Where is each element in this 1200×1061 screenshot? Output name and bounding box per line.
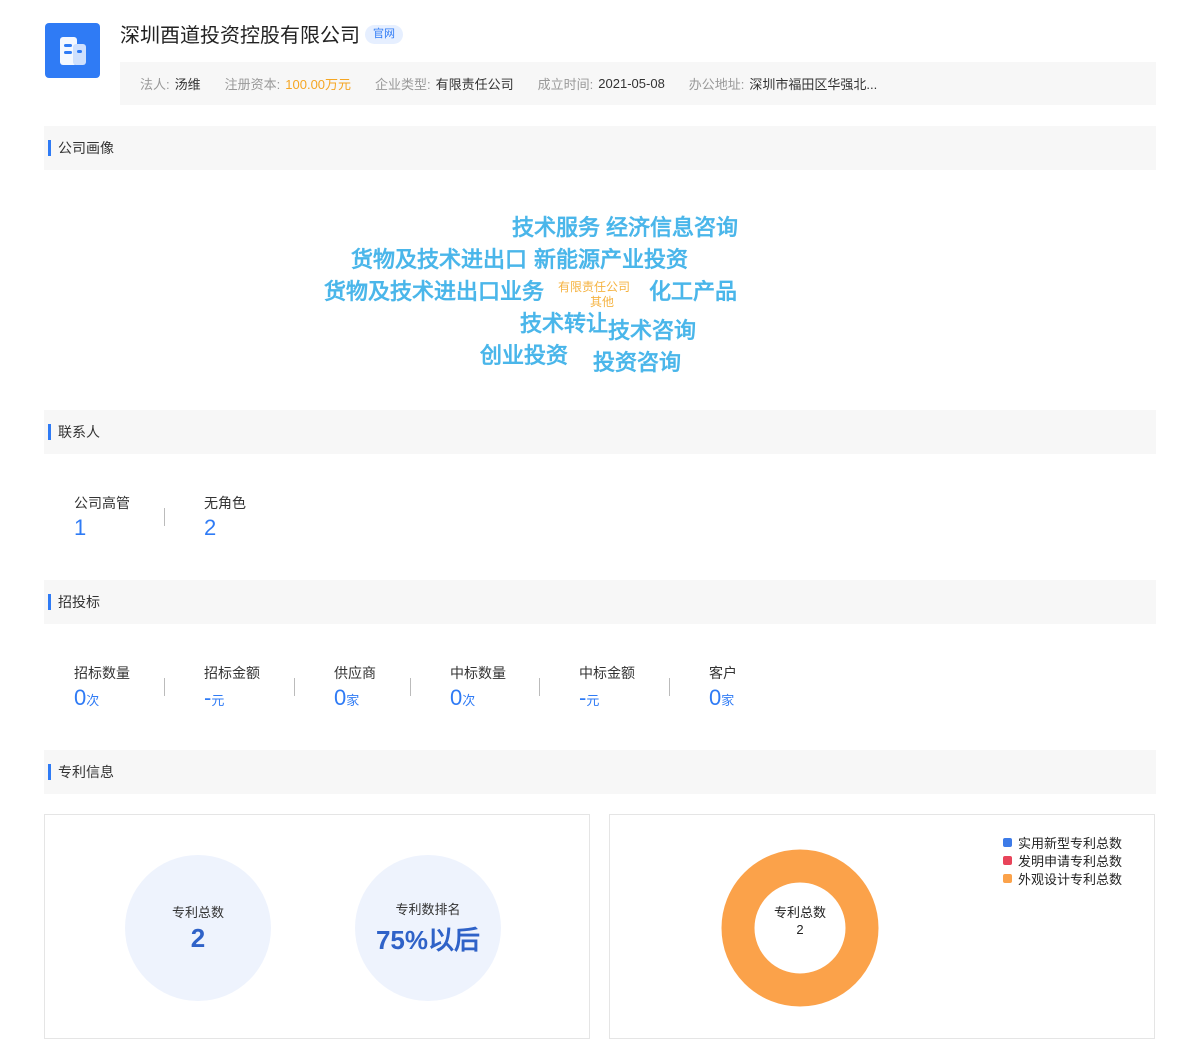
word-cloud-tag[interactable]: 技术服务	[512, 217, 600, 239]
stat-label: 招标数量	[74, 665, 130, 681]
stat-unit: 元	[211, 693, 225, 708]
legend-label: 外观设计专利总数	[1018, 871, 1123, 887]
stat-value: 2	[204, 515, 217, 540]
bid-stat-win-amount[interactable]: 中标金额 -元	[579, 663, 635, 709]
section-patents-title: 专利信息	[58, 764, 114, 780]
official-site-badge[interactable]: 官网	[365, 25, 403, 44]
section-portrait-title: 公司画像	[58, 140, 114, 156]
word-cloud-tag[interactable]: 技术转让	[520, 313, 608, 335]
patent-total-bubble: 专利总数 2	[125, 855, 271, 1001]
donut-center-value: 2	[796, 922, 803, 937]
word-cloud-tag[interactable]: 经济信息咨询	[606, 217, 738, 239]
stat-label: 公司高管	[74, 495, 130, 511]
building-icon	[59, 36, 86, 65]
divider	[164, 508, 165, 526]
company-info-bar: 法人: 汤维 注册资本: 100.00万元 企业类型: 有限责任公司 成立时间:…	[120, 62, 1156, 105]
word-cloud-tag[interactable]: 新能源产业投资	[534, 249, 688, 271]
word-cloud-tag[interactable]: 创业投资	[480, 345, 568, 367]
divider	[669, 678, 670, 696]
address-value[interactable]: 深圳市福田区华强北...	[749, 74, 877, 93]
legend-item-utility[interactable]: 实用新型专利总数	[1003, 833, 1122, 851]
word-cloud-tag[interactable]: 投资咨询	[593, 352, 681, 374]
company-logo	[45, 23, 100, 78]
address-label: 办公地址:	[688, 77, 745, 92]
bid-stat-tender-amount[interactable]: 招标金额 -元	[204, 663, 260, 709]
stat-unit: 次	[86, 693, 100, 708]
company-name: 深圳酉道投资控股有限公司	[120, 25, 360, 47]
section-accent-bar	[48, 140, 51, 156]
stat-value: 0	[450, 685, 463, 710]
section-bidding-title: 招投标	[58, 594, 100, 610]
patent-summary-panel: 专利总数 2 专利数排名 75%以后	[44, 814, 590, 1039]
bid-stat-suppliers[interactable]: 供应商 0家	[334, 663, 376, 709]
legal-rep-value[interactable]: 汤维	[175, 74, 201, 93]
divider	[294, 678, 295, 696]
legend-item-invention[interactable]: 发明申请专利总数	[1003, 851, 1122, 869]
patent-rank-label: 专利数排名	[395, 902, 461, 917]
stat-unit: 元	[586, 693, 600, 708]
patent-total-label: 专利总数	[171, 905, 224, 920]
section-accent-bar	[48, 594, 51, 610]
legend-label: 实用新型专利总数	[1018, 835, 1123, 851]
company-type-label: 企业类型:	[375, 77, 431, 92]
section-contacts-header: 联系人	[44, 410, 1156, 454]
section-bidding-header: 招投标	[44, 580, 1156, 624]
stat-value: 1	[74, 515, 87, 540]
stat-label: 中标数量	[450, 665, 506, 681]
patent-rank-value: 75%以后	[375, 925, 481, 955]
capital-value: 100.00万元	[285, 77, 352, 92]
company-type-value: 有限责任公司	[435, 77, 514, 92]
stat-value: 0	[709, 685, 722, 710]
divider	[410, 678, 411, 696]
stat-unit: 家	[721, 693, 735, 708]
word-cloud-tag[interactable]: 其他	[590, 296, 614, 308]
section-accent-bar	[48, 764, 51, 780]
legend-swatch	[1003, 837, 1012, 847]
legend-label: 发明申请专利总数	[1018, 853, 1123, 869]
stat-label: 招标金额	[204, 665, 260, 681]
donut-center-label: 专利总数	[774, 905, 826, 920]
divider	[164, 678, 165, 696]
stat-unit: 家	[346, 693, 360, 708]
bid-stat-win-count[interactable]: 中标数量 0次	[450, 663, 506, 709]
section-accent-bar	[48, 424, 51, 440]
divider	[539, 678, 540, 696]
legend-swatch	[1003, 873, 1012, 883]
section-patents-header: 专利信息	[44, 750, 1156, 794]
contact-stat-no-role[interactable]: 无角色 2	[204, 493, 246, 539]
word-cloud-tag[interactable]: 技术咨询	[608, 320, 696, 342]
section-portrait-header: 公司画像	[44, 126, 1156, 170]
contact-stat-executives[interactable]: 公司高管 1	[74, 493, 130, 539]
capital-label: 注册资本:	[224, 77, 281, 92]
chart-legend: 实用新型专利总数 发明申请专利总数 外观设计专利总数	[1003, 833, 1122, 887]
founded-value: 2021-05-08	[598, 76, 665, 91]
word-cloud-tag[interactable]: 货物及技术进出口	[351, 249, 527, 271]
stat-label: 客户	[709, 665, 737, 681]
stat-unit: 次	[462, 693, 476, 708]
stat-label: 中标金额	[579, 665, 635, 681]
founded-label: 成立时间:	[537, 77, 594, 92]
word-cloud-tag[interactable]: 货物及技术进出口业务	[324, 281, 544, 303]
bid-stat-customers[interactable]: 客户 0家	[709, 663, 737, 709]
legend-swatch	[1003, 855, 1012, 865]
section-contacts-title: 联系人	[58, 424, 100, 440]
stat-value: 0	[334, 685, 347, 710]
legal-rep-label: 法人:	[140, 77, 170, 92]
word-cloud-tag[interactable]: 有限责任公司	[558, 281, 630, 293]
stat-label: 供应商	[334, 665, 376, 681]
patent-rank-bubble: 专利数排名 75%以后	[355, 855, 501, 1001]
bid-stat-tender-count[interactable]: 招标数量 0次	[74, 663, 130, 709]
word-cloud-tag[interactable]: 化工产品	[649, 281, 737, 303]
stat-label: 无角色	[204, 495, 246, 511]
patent-total-value: 2	[190, 923, 206, 953]
stat-value: 0	[74, 685, 87, 710]
legend-item-design[interactable]: 外观设计专利总数	[1003, 869, 1122, 887]
